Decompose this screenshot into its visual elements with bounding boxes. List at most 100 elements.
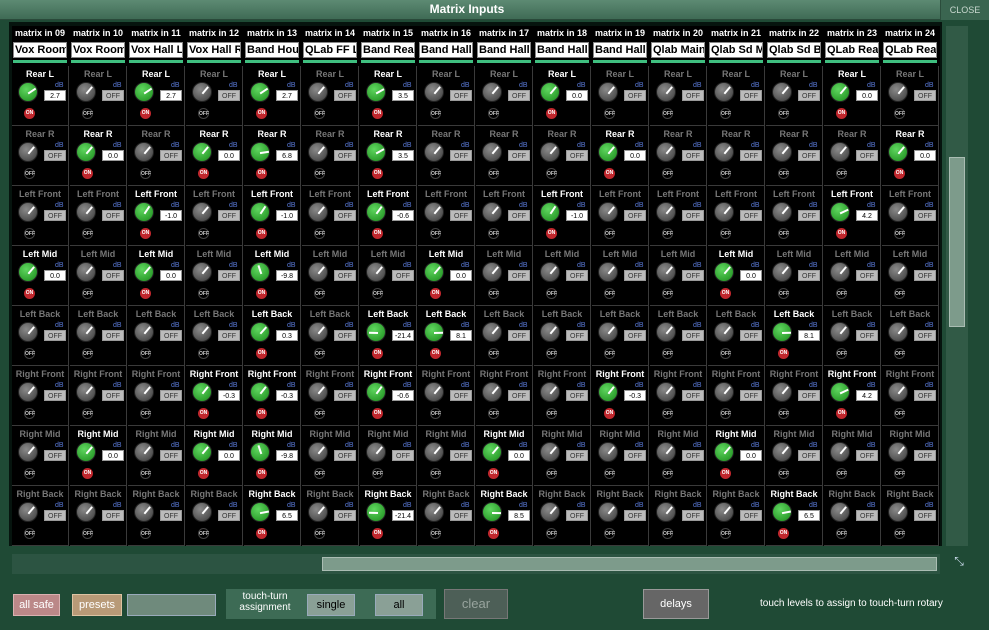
matrix-cell[interactable]: Rear LdB OFF OFF (592, 66, 649, 126)
level-value[interactable]: 0.0 (740, 450, 762, 461)
level-value[interactable]: OFF (740, 210, 762, 221)
on-button[interactable]: OFF (662, 288, 673, 299)
level-knob[interactable] (424, 202, 444, 222)
level-value[interactable]: OFF (624, 450, 646, 461)
matrix-cell[interactable]: Left Front dB -1.0 ON (244, 186, 301, 246)
matrix-cell[interactable]: Rear LdB OFF OFF (708, 66, 765, 126)
on-button[interactable]: ON (488, 528, 499, 539)
level-value[interactable]: OFF (102, 90, 124, 101)
level-value[interactable]: OFF (682, 510, 704, 521)
matrix-cell[interactable]: Right Front dB OFF OFF (302, 366, 359, 426)
level-knob[interactable] (308, 142, 328, 162)
level-knob[interactable] (366, 262, 386, 282)
matrix-cell[interactable]: Rear RdB OFF OFF (302, 126, 359, 186)
close-button[interactable]: CLOSE (940, 0, 989, 20)
level-knob[interactable] (540, 82, 560, 102)
level-value[interactable]: -9.8 (276, 270, 298, 281)
level-value[interactable]: OFF (566, 510, 588, 521)
matrix-cell[interactable]: Right Back dB OFF OFF (824, 486, 881, 546)
level-knob[interactable] (366, 442, 386, 462)
matrix-cell[interactable]: Right Back dB 8.5 ON (476, 486, 533, 546)
level-value[interactable]: 0.3 (276, 330, 298, 341)
on-button[interactable]: OFF (314, 468, 325, 479)
matrix-cell[interactable]: Right Mid dB 0.0 ON (476, 426, 533, 486)
level-knob[interactable] (888, 82, 908, 102)
on-button[interactable]: OFF (836, 528, 847, 539)
level-value[interactable]: 2.7 (44, 90, 66, 101)
matrix-cell[interactable]: Rear RdB 3.5 ON (360, 126, 417, 186)
channel-name[interactable]: Vox Room (71, 42, 125, 58)
on-button[interactable]: OFF (430, 468, 441, 479)
on-button[interactable]: OFF (140, 528, 151, 539)
matrix-cell[interactable]: Left Back dB OFF OFF (70, 306, 127, 366)
on-button[interactable]: OFF (314, 408, 325, 419)
level-value[interactable]: 0.0 (914, 150, 936, 161)
matrix-cell[interactable]: Rear LdB OFF OFF (418, 66, 475, 126)
on-button[interactable]: OFF (198, 108, 209, 119)
all-button[interactable]: all (375, 594, 423, 616)
level-knob[interactable] (830, 142, 850, 162)
on-button[interactable]: OFF (430, 108, 441, 119)
matrix-cell[interactable]: Right Back dB OFF OFF (186, 486, 243, 546)
on-button[interactable]: OFF (24, 468, 35, 479)
level-knob[interactable] (18, 502, 38, 522)
on-button[interactable]: OFF (24, 228, 35, 239)
matrix-cell[interactable]: Left Mid dB OFF OFF (302, 246, 359, 306)
level-value[interactable]: -0.3 (276, 390, 298, 401)
on-button[interactable]: ON (24, 108, 35, 119)
on-button[interactable]: OFF (894, 228, 905, 239)
on-button[interactable]: OFF (778, 228, 789, 239)
matrix-cell[interactable]: Rear LdB 2.7 ON (244, 66, 301, 126)
level-value[interactable]: OFF (44, 210, 66, 221)
level-value[interactable]: -1.0 (160, 210, 182, 221)
level-knob[interactable] (424, 322, 444, 342)
level-knob[interactable] (714, 442, 734, 462)
level-value[interactable]: OFF (102, 210, 124, 221)
on-button[interactable]: OFF (82, 348, 93, 359)
on-button[interactable]: ON (256, 408, 267, 419)
matrix-cell[interactable]: Left Back dB 8.1 ON (418, 306, 475, 366)
matrix-cell[interactable]: Left Front dB OFF OFF (418, 186, 475, 246)
level-value[interactable]: 0.0 (218, 150, 240, 161)
level-value[interactable]: OFF (334, 450, 356, 461)
matrix-cell[interactable]: Left Back dB OFF OFF (12, 306, 69, 366)
level-value[interactable]: OFF (160, 390, 182, 401)
on-button[interactable]: ON (836, 108, 847, 119)
matrix-cell[interactable]: Left Back dB OFF OFF (708, 306, 765, 366)
level-value[interactable]: 4.2 (856, 390, 878, 401)
level-value[interactable]: OFF (914, 450, 936, 461)
level-value[interactable]: 0.0 (566, 90, 588, 101)
level-knob[interactable] (250, 382, 270, 402)
level-knob[interactable] (424, 262, 444, 282)
on-button[interactable]: ON (604, 168, 615, 179)
on-button[interactable]: ON (430, 348, 441, 359)
level-knob[interactable] (134, 202, 154, 222)
level-knob[interactable] (18, 262, 38, 282)
matrix-cell[interactable]: Right Front dB OFF OFF (882, 366, 939, 426)
matrix-cell[interactable]: Right Mid dB OFF OFF (766, 426, 823, 486)
level-knob[interactable] (76, 322, 96, 342)
level-knob[interactable] (540, 322, 560, 342)
level-value[interactable]: OFF (740, 390, 762, 401)
on-button[interactable]: ON (256, 168, 267, 179)
level-value[interactable]: OFF (856, 450, 878, 461)
level-value[interactable]: OFF (508, 210, 530, 221)
on-button[interactable]: OFF (198, 288, 209, 299)
on-button[interactable]: OFF (604, 288, 615, 299)
level-knob[interactable] (134, 142, 154, 162)
level-knob[interactable] (76, 442, 96, 462)
level-knob[interactable] (772, 382, 792, 402)
channel-name[interactable]: Band Hall (419, 42, 473, 58)
level-knob[interactable] (598, 202, 618, 222)
matrix-cell[interactable]: Left Back dB OFF OFF (476, 306, 533, 366)
matrix-cell[interactable]: Left Front dB OFF OFF (302, 186, 359, 246)
level-value[interactable]: OFF (566, 150, 588, 161)
level-value[interactable]: -0.3 (624, 390, 646, 401)
matrix-cell[interactable]: Right Back dB OFF OFF (12, 486, 69, 546)
level-value[interactable]: OFF (508, 390, 530, 401)
on-button[interactable]: ON (894, 168, 905, 179)
level-value[interactable]: OFF (450, 150, 472, 161)
level-knob[interactable] (888, 382, 908, 402)
on-button[interactable]: OFF (604, 528, 615, 539)
matrix-cell[interactable]: Left Front dB OFF OFF (882, 186, 939, 246)
